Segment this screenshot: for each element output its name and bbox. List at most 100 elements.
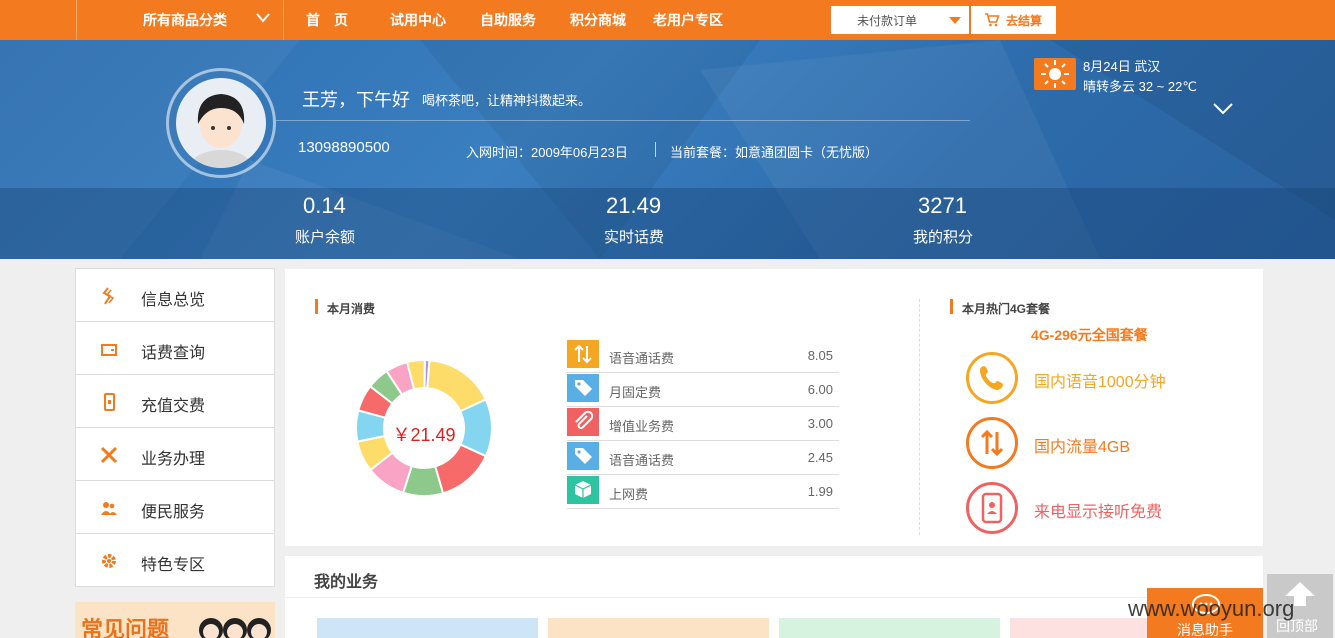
faq-title: 常见问题 — [81, 617, 170, 638]
sidebar-item-recharge[interactable]: 充值交费 — [75, 374, 275, 428]
stats-strip — [0, 188, 1335, 259]
join-date: 入网时间：2009年06月23日 — [466, 145, 628, 160]
sidebar-item-fee-query[interactable]: 话费查询 — [75, 321, 275, 375]
points-value: 3271 — [918, 193, 967, 218]
overview-icon — [102, 287, 115, 305]
top-nav: 所有商品分类 首 页 试用中心 自助服务 积分商城 老用户专区 未付款订单 去结… — [0, 0, 1335, 40]
cube-icon — [567, 476, 599, 504]
wallet-icon — [101, 344, 117, 356]
nav-self-service[interactable]: 自助服务 — [480, 10, 536, 30]
fee-row: 月固定费 6.00 — [567, 373, 839, 407]
arrows-updown-icon — [567, 340, 599, 368]
sun-icon — [1034, 58, 1076, 90]
greeting: 王芳，下午好 — [302, 90, 410, 110]
feature-label: 国内流量4GB — [1034, 439, 1131, 456]
checkout-button[interactable]: 去结算 — [971, 6, 1056, 34]
sidebar-item-label: 充值交费 — [141, 398, 206, 415]
monthly-spend-title: 本月消费 — [327, 302, 376, 316]
fee-amount: 1.99 — [807, 484, 833, 499]
phone-recharge-icon — [104, 393, 115, 411]
phone-handset-icon — [966, 352, 1018, 404]
sidebar-item-label: 信息总览 — [141, 292, 206, 309]
faq-illustration — [199, 618, 271, 638]
business-tile[interactable] — [779, 618, 1000, 638]
nav-trial-center[interactable]: 试用中心 — [390, 10, 446, 30]
fee-amount: 2.45 — [807, 450, 833, 465]
divider — [919, 299, 920, 535]
divider — [655, 142, 656, 157]
phone-number: 13098890500 — [298, 139, 390, 156]
chevron-down-icon — [256, 13, 270, 23]
fee-name: 增值业务费 — [609, 419, 675, 434]
monthly-overview-card: 本月消费 ￥21.49 语音通话费 8.05 月固定费 6.00 增值业务费 3… — [285, 269, 1263, 546]
balance-value: 0.14 — [303, 193, 346, 218]
fee-amount: 6.00 — [807, 382, 833, 397]
chevron-down-icon[interactable] — [1212, 102, 1234, 116]
my-business-section: 我的业务 — [285, 556, 1263, 638]
greeting-subtext: 喝杯茶吧，让精神抖擞起来。 — [422, 93, 592, 108]
sidebar-item-overview[interactable]: 信息总览 — [75, 268, 275, 322]
watermark: www.wooyun.org — [1128, 596, 1295, 621]
nav-home[interactable]: 首 页 — [306, 10, 348, 30]
weather-date-city: 8月24日 武汉 — [1083, 59, 1161, 74]
sidebar-item-business[interactable]: 业务办理 — [75, 427, 275, 481]
fee-row: 语音通话费 2.45 — [567, 441, 839, 475]
gear-icon — [102, 554, 116, 568]
tools-icon — [100, 446, 118, 464]
realtime-fee-value: 21.49 — [606, 193, 662, 218]
tag-icon — [567, 442, 599, 470]
fee-name: 上网费 — [609, 487, 649, 502]
current-plan: 当前套餐：如意通团圆卡（无忧版） — [670, 145, 879, 160]
fee-row: 上网费 1.99 — [567, 475, 839, 509]
all-categories-label: 所有商品分类 — [143, 12, 227, 28]
unpaid-orders-select[interactable]: 未付款订单 — [831, 6, 969, 34]
business-tile[interactable] — [548, 618, 769, 638]
points-label[interactable]: 我的积分 — [913, 226, 973, 247]
avatar[interactable] — [166, 68, 276, 178]
hot-4g-title: 本月热门4G套餐 — [962, 302, 1051, 316]
all-categories-dropdown[interactable]: 所有商品分类 — [76, 0, 284, 40]
sidebar-item-convenience[interactable]: 便民服务 — [75, 480, 275, 534]
nav-old-user-zone[interactable]: 老用户专区 — [653, 10, 723, 30]
feature-label: 来电显示接听免费 — [1034, 504, 1163, 521]
unpaid-orders-label: 未付款订单 — [857, 14, 918, 28]
divider — [276, 120, 970, 121]
faq-banner[interactable]: 常见问题 — [75, 602, 275, 638]
hot-package-name[interactable]: 4G-296元全国套餐 — [1031, 325, 1148, 345]
people-icon — [101, 502, 117, 515]
feature-label: 国内语音1000分钟 — [1034, 374, 1166, 391]
section-marker — [315, 299, 318, 314]
mobile-user-icon — [966, 482, 1018, 534]
message-helper-label: 消息助手 — [1177, 622, 1233, 638]
dropdown-arrow-icon — [949, 17, 961, 24]
donut-total: ￥21.49 — [392, 425, 456, 445]
arrows-updown-icon — [966, 417, 1018, 469]
fee-name: 语音通话费 — [609, 453, 675, 468]
sidebar-item-featured[interactable]: 特色专区 — [75, 533, 275, 587]
realtime-fee-label[interactable]: 实时话费 — [604, 226, 664, 247]
sidebar: 信息总览 话费查询 充值交费 业务办理 便民服务 特色专区 — [75, 268, 275, 587]
checkout-label: 去结算 — [1006, 14, 1043, 28]
fee-amount: 3.00 — [807, 416, 833, 431]
sidebar-item-label: 特色专区 — [141, 557, 206, 574]
nav-points-mall[interactable]: 积分商城 — [570, 10, 626, 30]
tag-icon — [567, 374, 599, 402]
section-marker — [950, 299, 953, 314]
weather-description: 晴转多云 32 ~ 22℃ — [1083, 79, 1197, 94]
profile-banner: 王芳，下午好 喝杯茶吧，让精神抖擞起来。 13098890500 入网时间：20… — [0, 40, 1335, 259]
donut-slice — [433, 443, 488, 495]
fee-row: 增值业务费 3.00 — [567, 407, 839, 441]
cart-icon — [985, 13, 1000, 27]
sidebar-item-label: 便民服务 — [141, 504, 206, 521]
balance-label[interactable]: 账户余额 — [295, 226, 355, 247]
business-tile[interactable] — [317, 618, 538, 638]
sidebar-item-label: 业务办理 — [141, 451, 206, 468]
paperclip-icon — [567, 408, 599, 436]
fee-name: 语音通话费 — [609, 351, 675, 366]
sidebar-item-label: 话费查询 — [141, 345, 206, 362]
fee-row: 语音通话费 8.05 — [567, 339, 839, 373]
fee-amount: 8.05 — [807, 348, 833, 363]
section-header: 我的业务 — [285, 556, 1263, 598]
my-business-title: 我的业务 — [314, 574, 379, 591]
fee-name: 月固定费 — [609, 385, 662, 400]
